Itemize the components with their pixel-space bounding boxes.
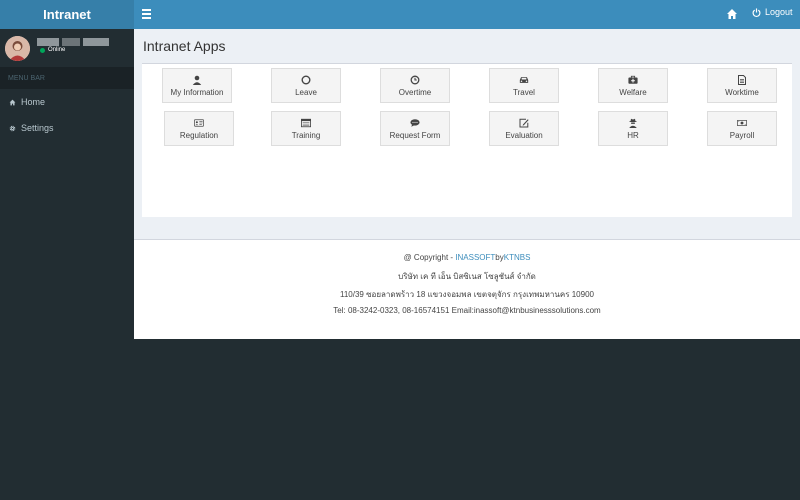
edit-icon — [519, 118, 529, 127]
app-label: Welfare — [619, 87, 647, 97]
brand-logo[interactable]: Intranet — [0, 0, 134, 29]
car-icon — [519, 76, 529, 83]
sidebar-toggle-button[interactable] — [142, 8, 151, 20]
apps-box: My Information Leave Overtime Travel Wel… — [142, 63, 792, 217]
file-icon — [738, 74, 746, 85]
user-icon — [192, 75, 202, 85]
online-dot-icon — [40, 47, 45, 53]
inassoft-link[interactable]: INASSOFT — [455, 253, 495, 262]
top-navbar: Logout — [134, 0, 800, 29]
app-label: My Information — [170, 87, 224, 97]
main-content: Intranet Apps My Information Leave Overt… — [134, 29, 800, 239]
app-label: Evaluation — [505, 130, 543, 140]
company-address: 110/39 ซอยลาดพร้าว 18 แขวงจอมพล เขตจตุจั… — [340, 290, 594, 299]
app-regulation-button[interactable]: Regulation — [164, 111, 234, 146]
clock-icon — [410, 75, 420, 84]
avatar — [5, 36, 30, 61]
ktnbs-link[interactable]: KTNBS — [504, 253, 531, 262]
home-icon[interactable] — [726, 8, 738, 20]
menu-header: MENU BAR — [0, 67, 134, 89]
app-label: Request Form — [389, 130, 441, 140]
sidebar-item-label: Home — [21, 97, 46, 107]
footer: @ Copyright - INASSOFTbyKTNBS บริษัท เค … — [134, 239, 800, 339]
money-icon — [737, 119, 747, 126]
app-my-information-button[interactable]: My Information — [162, 68, 232, 103]
app-training-button[interactable]: Training — [271, 111, 341, 146]
app-label: Overtime — [398, 87, 432, 97]
sidebar: Online MENU BAR Home Settings — [0, 29, 134, 500]
logout-label: Logout — [765, 7, 793, 17]
user-panel: Online — [0, 29, 134, 67]
app-travel-button[interactable]: Travel — [489, 68, 559, 103]
home-icon — [9, 99, 16, 105]
app-worktime-button[interactable]: Worktime — [707, 68, 777, 103]
app-leave-button[interactable]: Leave — [271, 68, 341, 103]
status-badge: Online — [40, 47, 65, 53]
app-label: Travel — [513, 87, 535, 97]
medkit-icon — [628, 75, 638, 84]
app-hr-button[interactable]: HR — [598, 111, 668, 146]
sidebar-item-label: Settings — [21, 123, 54, 133]
brand-label: Intranet — [43, 7, 91, 22]
app-welfare-button[interactable]: Welfare — [598, 68, 668, 103]
sidebar-item-home[interactable]: Home — [0, 89, 134, 115]
id-card-icon — [194, 118, 204, 127]
app-evaluation-button[interactable]: Evaluation — [489, 111, 559, 146]
power-icon — [752, 7, 761, 17]
app-label: Leave — [295, 87, 317, 97]
app-label: Worktime — [725, 87, 759, 97]
app-label: HR — [627, 130, 639, 140]
calendar-icon — [301, 118, 311, 127]
copyright-line: @ Copyright - INASSOFTbyKTNBS — [403, 253, 531, 262]
page-title: Intranet Apps — [143, 38, 226, 54]
comment-icon — [410, 118, 420, 127]
contact-info: Tel: 08-3242-0323, 08-16574151 Email:ina… — [333, 306, 601, 315]
logout-button[interactable]: Logout — [752, 7, 793, 17]
gear-icon — [9, 125, 16, 131]
circle-icon — [301, 75, 311, 84]
app-label: Training — [291, 130, 321, 140]
app-label: Regulation — [179, 130, 219, 140]
username-redacted — [37, 38, 112, 46]
company-name: บริษัท เค ที เอ็น บิสซิเนส โซลูชันส์ จำก… — [398, 272, 536, 281]
app-label: Payroll — [729, 130, 755, 140]
sidebar-item-settings[interactable]: Settings — [0, 115, 134, 141]
user-secret-icon — [629, 118, 637, 128]
app-overtime-button[interactable]: Overtime — [380, 68, 450, 103]
app-request-form-button[interactable]: Request Form — [380, 111, 450, 146]
app-payroll-button[interactable]: Payroll — [707, 111, 777, 146]
